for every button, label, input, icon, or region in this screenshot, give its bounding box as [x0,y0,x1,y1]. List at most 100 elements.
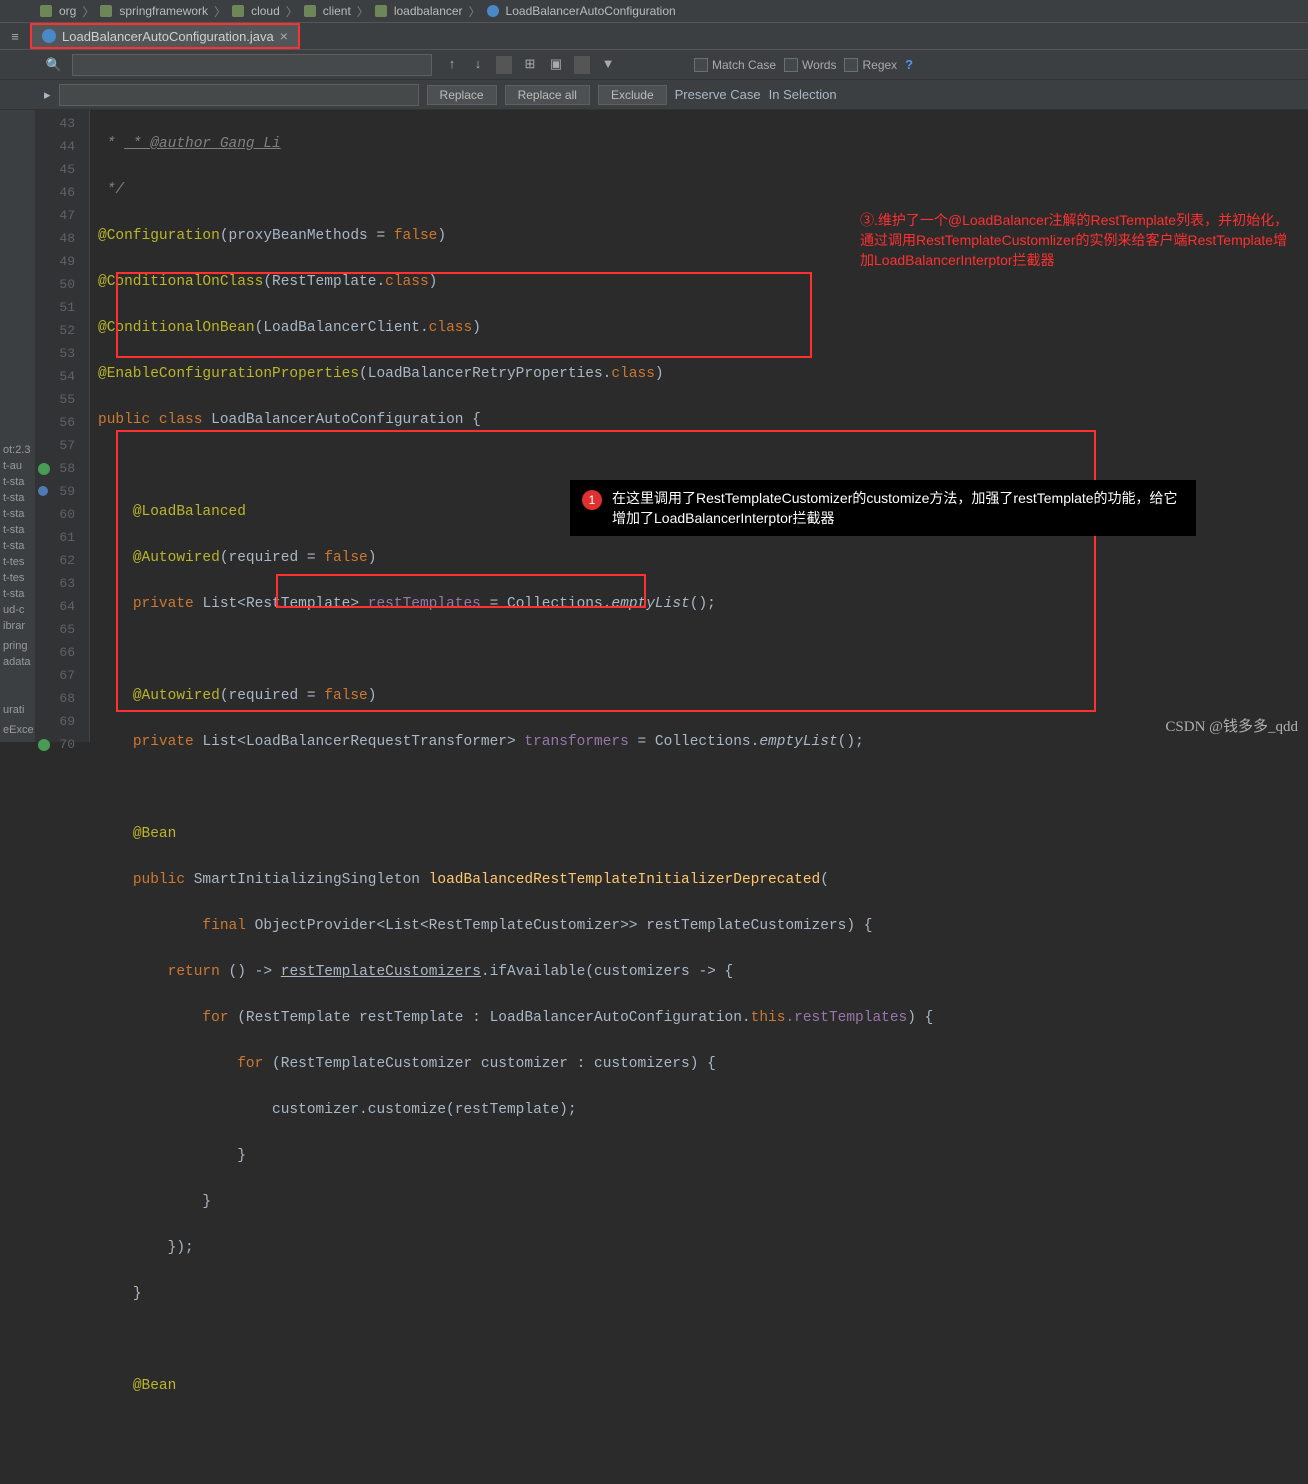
words-checkbox[interactable]: Words [784,58,836,72]
close-icon[interactable]: × [280,28,288,44]
line-number: 62 [36,549,89,572]
match-case-checkbox[interactable]: Match Case [694,58,776,72]
line-number: 44 [36,135,89,158]
comment-end: */ [98,182,124,198]
breadcrumb-item[interactable]: springframework [119,4,208,18]
breadcrumb: org 〉 springframework 〉 cloud 〉 client 〉… [0,0,1308,22]
in-selection-checkbox[interactable]: In Selection [769,87,837,102]
annotation: @Bean [133,826,177,842]
line-number: 56 [36,411,89,434]
hamburger-icon[interactable]: ≡ [0,23,30,49]
breadcrumb-item[interactable]: LoadBalancerAutoConfiguration [506,4,676,18]
package-icon [304,5,316,17]
run-gutter-icon[interactable] [38,463,50,475]
expand-icon[interactable]: ▸ [44,87,51,103]
chevron-right-icon: 〉 [357,3,369,20]
project-tree-item[interactable]: eExce [0,722,36,738]
tab-label: LoadBalancerAutoConfiguration.java [62,29,274,44]
line-number: 61 [36,526,89,549]
project-tree-item[interactable]: adata [0,654,36,670]
project-tree-item[interactable]: t-sta [0,506,36,522]
replace-toolbar: ▸ Replace Replace all Exclude Preserve C… [0,80,1308,110]
project-tree-item[interactable]: t-tes [0,554,36,570]
editor-area: ot:2.3t-aut-stat-stat-stat-stat-stat-tes… [0,110,1308,742]
project-tree-item[interactable]: t-sta [0,586,36,602]
filter-icon[interactable]: ▼ [600,56,616,74]
line-number: 58 [36,457,89,480]
class-icon [487,5,499,17]
annotation: @LoadBalanced [133,504,246,520]
override-gutter-icon[interactable] [38,486,48,496]
separator [574,56,590,74]
add-selection-icon[interactable]: ▣ [548,56,564,74]
help-icon[interactable]: ? [905,57,913,72]
project-tree-item[interactable]: t-sta [0,474,36,490]
project-tree-item[interactable]: t-tes [0,570,36,586]
line-number: 47 [36,204,89,227]
annotation: @Configuration [98,228,220,244]
line-number: 45 [36,158,89,181]
run-gutter-icon[interactable] [38,739,50,751]
line-number: 59 [36,480,89,503]
project-tree-item[interactable]: t-sta [0,538,36,554]
file-tab[interactable]: LoadBalancerAutoConfiguration.java × [30,23,300,49]
customize-call: customizer.customize(restTemplate); [272,1102,577,1118]
project-tree-item[interactable]: t-sta [0,522,36,538]
callout-number-icon: 1 [582,490,602,510]
breadcrumb-item[interactable]: client [323,4,351,18]
project-tree-item[interactable] [0,738,36,742]
breadcrumb-item[interactable]: org [59,4,76,18]
search-icon[interactable]: 🔍 [44,55,64,75]
preserve-case-checkbox[interactable]: Preserve Case [675,87,761,102]
annotation: @ConditionalOnBean [98,320,255,336]
next-match-icon[interactable]: ↓ [470,56,486,74]
line-number: 67 [36,664,89,687]
line-number: 48 [36,227,89,250]
annotation: @EnableConfigurationProperties [98,366,359,382]
search-input[interactable] [72,54,432,76]
line-number: 64 [36,595,89,618]
search-toolbar: 🔍 ↑ ↓ ⊞ ▣ ▼ Match Case Words Regex ? [0,50,1308,80]
separator [496,56,512,74]
project-tree-item[interactable]: pring [0,638,36,654]
annotation: @Bean [133,1378,177,1394]
line-number: 43 [36,112,89,135]
class-icon [42,29,56,43]
line-number: 49 [36,250,89,273]
replace-button[interactable]: Replace [427,85,497,105]
package-icon [232,5,244,17]
regex-checkbox[interactable]: Regex [844,58,897,72]
line-number: 54 [36,365,89,388]
project-tree-item[interactable]: urati [0,702,36,718]
chevron-right-icon: 〉 [469,3,481,20]
line-number: 65 [36,618,89,641]
javadoc-author: * @author Gang Li [124,136,281,152]
project-tree-item[interactable]: t-au [0,458,36,474]
line-gutter: 4344454647484950515253545556575859606162… [36,110,90,742]
breadcrumb-item[interactable]: cloud [251,4,280,18]
annotation: @Autowired [133,688,220,704]
replace-input[interactable] [59,84,419,106]
chevron-right-icon: 〉 [82,3,94,20]
prev-match-icon[interactable]: ↑ [444,56,460,74]
line-number: 57 [36,434,89,457]
project-tree-item[interactable]: t-sta [0,490,36,506]
breadcrumb-item[interactable]: loadbalancer [394,4,463,18]
line-number: 52 [36,319,89,342]
exclude-button[interactable]: Exclude [598,85,667,105]
line-number: 50 [36,273,89,296]
project-tree-item[interactable]: ibrar [0,618,36,634]
line-number: 68 [36,687,89,710]
code-editor[interactable]: * * @author Gang Li */ @Configuration(pr… [90,110,1308,742]
line-number: 51 [36,296,89,319]
replace-all-button[interactable]: Replace all [505,85,590,105]
package-icon [40,5,52,17]
annotation: @ConditionalOnClass [98,274,263,290]
project-tree-item[interactable]: ot:2.3 [0,442,36,458]
tooltip-callout: 1 在这里调用了RestTemplateCustomizer的customize… [570,480,1196,536]
line-number: 46 [36,181,89,204]
project-tree-item[interactable]: ud-c [0,602,36,618]
project-sidebar[interactable]: ot:2.3t-aut-stat-stat-stat-stat-stat-tes… [0,110,36,742]
line-number: 70 [36,733,89,756]
select-all-icon[interactable]: ⊞ [522,56,538,74]
